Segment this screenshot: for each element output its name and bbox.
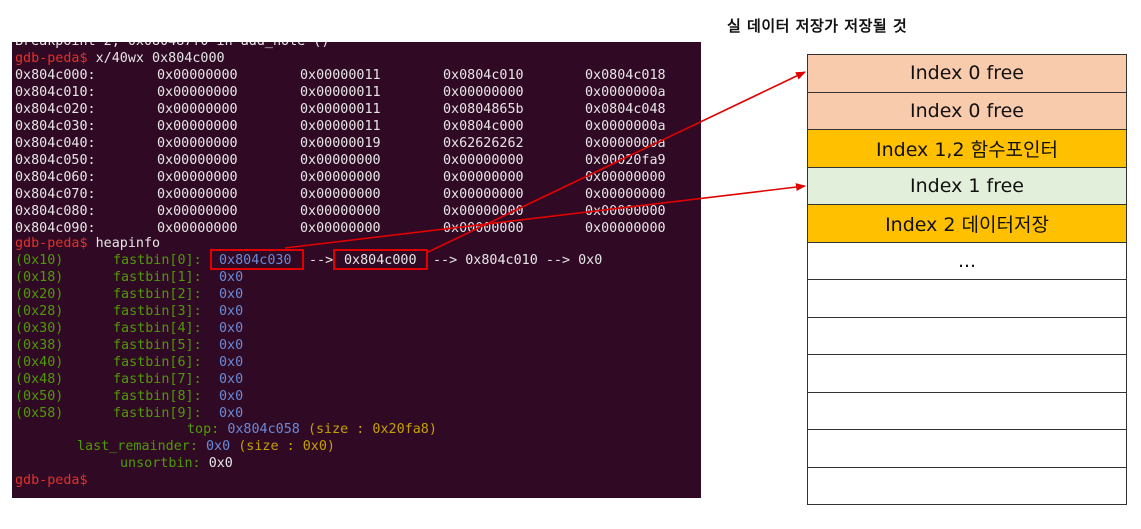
arrow-to-index0-free [427, 71, 806, 253]
annotation-arrows [284, 71, 806, 253]
